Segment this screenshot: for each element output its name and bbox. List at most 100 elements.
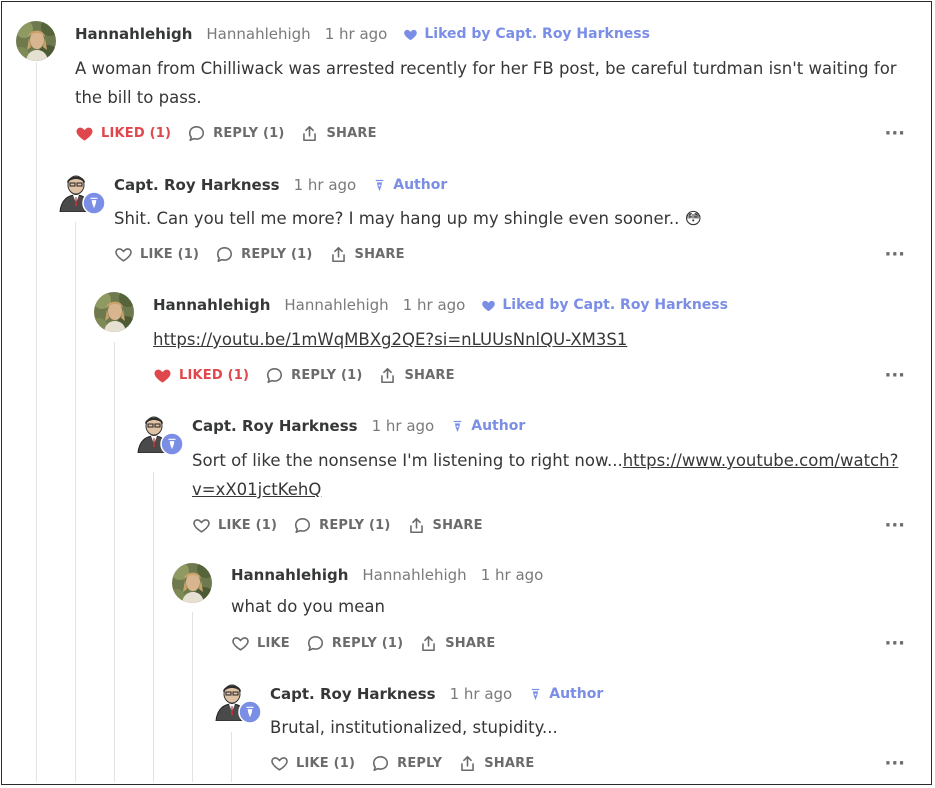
pen-nib-icon	[528, 687, 543, 702]
share-icon	[378, 366, 397, 385]
more-options-icon[interactable]: ···	[884, 244, 905, 265]
comment-bubble-icon	[371, 754, 390, 773]
comment-actions: LIKE REPLY (1) SHARE ···	[231, 633, 931, 654]
author-badge-label: Author	[471, 418, 526, 434]
reply-button[interactable]: REPLY (1)	[306, 634, 403, 653]
youtube-link[interactable]: https://www.youtube.com/watch?	[623, 451, 899, 470]
like-button[interactable]: LIKE (1)	[114, 245, 199, 264]
author-name[interactable]: Hannahlehigh	[75, 25, 192, 43]
like-button[interactable]: LIKE	[231, 634, 290, 653]
comment-body: what do you mean	[231, 597, 385, 616]
share-button[interactable]: SHARE	[300, 124, 376, 143]
like-button[interactable]: LIKED (1)	[75, 124, 171, 143]
reply-button[interactable]: REPLY (1)	[265, 366, 362, 385]
comments-panel: Hannahlehigh Hannahlehigh 1 hr ago Liked…	[1, 1, 932, 785]
timestamp[interactable]: 1 hr ago	[481, 566, 544, 584]
avatar[interactable]	[94, 292, 134, 332]
timestamp[interactable]: 1 hr ago	[294, 176, 357, 194]
pen-nib-icon	[372, 178, 387, 193]
reply-button[interactable]: REPLY (1)	[187, 124, 284, 143]
share-icon	[407, 516, 426, 535]
author-name[interactable]: Hannahlehigh	[231, 566, 348, 584]
reply-label: REPLY (1)	[291, 367, 363, 383]
share-label: SHARE	[404, 367, 455, 383]
comment-body: Sort of like the nonsense I'm listening …	[192, 446, 917, 504]
more-options-icon[interactable]: ···	[884, 123, 905, 144]
share-icon	[419, 634, 438, 653]
timestamp[interactable]: 1 hr ago	[403, 296, 466, 314]
timestamp[interactable]: 1 hr ago	[325, 25, 388, 43]
share-icon	[300, 124, 319, 143]
like-button[interactable]: LIKE (1)	[192, 516, 277, 535]
reply-button[interactable]: REPLY	[371, 754, 442, 773]
comment-meta: Capt. Roy Harkness 1 hr ago Author	[114, 174, 447, 196]
share-button[interactable]: SHARE	[419, 634, 495, 653]
share-label: SHARE	[445, 635, 496, 651]
comment-meta: Capt. Roy Harkness 1 hr ago Author	[270, 683, 603, 705]
comment-meta: Hannahlehigh Hannahlehigh 1 hr ago Liked…	[75, 23, 650, 45]
comment-meta: Hannahlehigh Hannahlehigh 1 hr ago	[231, 564, 543, 586]
author-handle[interactable]: Hannahlehigh	[284, 296, 388, 314]
comment-body: Brutal, institutionalized, stupidity...	[270, 718, 558, 737]
reply-label: REPLY	[397, 755, 443, 771]
reply-button[interactable]: REPLY (1)	[215, 245, 312, 264]
heart-icon	[75, 124, 94, 143]
avatar[interactable]	[16, 21, 56, 61]
thread-line	[114, 342, 115, 782]
youtube-link[interactable]: https://youtu.be/1mWqMBXg2QE?si=nLUUsNnl…	[153, 330, 627, 349]
heart-icon	[114, 245, 133, 264]
liked-by-label: Liked by Capt. Roy Harkness	[424, 26, 650, 42]
share-button[interactable]: SHARE	[329, 245, 405, 264]
heart-icon	[231, 634, 250, 653]
author-handle[interactable]: Hannahlehigh	[362, 566, 466, 584]
pen-nib-icon	[450, 419, 465, 434]
like-label: LIKE	[257, 635, 290, 651]
comment-body: Shit. Can you tell me more? I may hang u…	[114, 209, 702, 228]
more-options-icon[interactable]: ···	[884, 515, 905, 536]
comment-bubble-icon	[265, 366, 284, 385]
comment-meta: Hannahlehigh Hannahlehigh 1 hr ago Liked…	[153, 294, 728, 316]
share-icon	[329, 245, 348, 264]
like-label: LIKED (1)	[101, 125, 172, 141]
author-badge-label: Author	[549, 686, 604, 702]
like-button[interactable]: LIKE (1)	[270, 754, 355, 773]
more-options-icon[interactable]: ···	[884, 633, 905, 654]
author-handle[interactable]: Hannahlehigh	[206, 25, 310, 43]
comment-bubble-icon	[293, 516, 312, 535]
share-button[interactable]: SHARE	[458, 754, 534, 773]
author-name[interactable]: Hannahlehigh	[153, 296, 270, 314]
author-name[interactable]: Capt. Roy Harkness	[192, 417, 358, 435]
more-options-icon[interactable]: ···	[884, 365, 905, 386]
comment-bubble-icon	[215, 245, 234, 264]
author-name[interactable]: Capt. Roy Harkness	[270, 685, 436, 703]
author-badge-icon	[238, 700, 262, 724]
like-label: LIKED (1)	[179, 367, 250, 383]
liked-by-badge: Liked by Capt. Roy Harkness	[481, 297, 728, 313]
youtube-link-continued[interactable]: v=xX01jctKehQ	[192, 480, 321, 499]
share-button[interactable]: SHARE	[407, 516, 483, 535]
heart-icon	[192, 516, 211, 535]
liked-by-badge: Liked by Capt. Roy Harkness	[403, 26, 650, 42]
share-button[interactable]: SHARE	[378, 366, 454, 385]
comment-actions: LIKE (1) REPLY SHARE ···	[270, 753, 931, 774]
comment-actions: LIKED (1) REPLY (1) SHARE ···	[75, 123, 931, 144]
comment-bubble-icon	[306, 634, 325, 653]
timestamp[interactable]: 1 hr ago	[372, 417, 435, 435]
avatar[interactable]	[56, 172, 106, 215]
comment-actions: LIKE (1) REPLY (1) SHARE ···	[192, 515, 931, 536]
avatar[interactable]	[212, 681, 262, 724]
timestamp[interactable]: 1 hr ago	[450, 685, 513, 703]
more-options-icon[interactable]: ···	[884, 753, 905, 774]
comment-body: A woman from Chilliwack was arrested rec…	[75, 59, 897, 107]
heart-icon	[481, 298, 496, 313]
author-name[interactable]: Capt. Roy Harkness	[114, 176, 280, 194]
author-badge-label: Author	[393, 177, 448, 193]
reply-label: REPLY (1)	[319, 517, 391, 533]
reply-button[interactable]: REPLY (1)	[293, 516, 390, 535]
comment-actions: LIKE (1) REPLY (1) SHARE ···	[114, 244, 931, 265]
like-label: LIKE (1)	[218, 517, 278, 533]
like-button[interactable]: LIKED (1)	[153, 366, 249, 385]
author-badge: Author	[450, 418, 525, 434]
avatar[interactable]	[134, 413, 184, 456]
avatar[interactable]	[172, 563, 212, 603]
